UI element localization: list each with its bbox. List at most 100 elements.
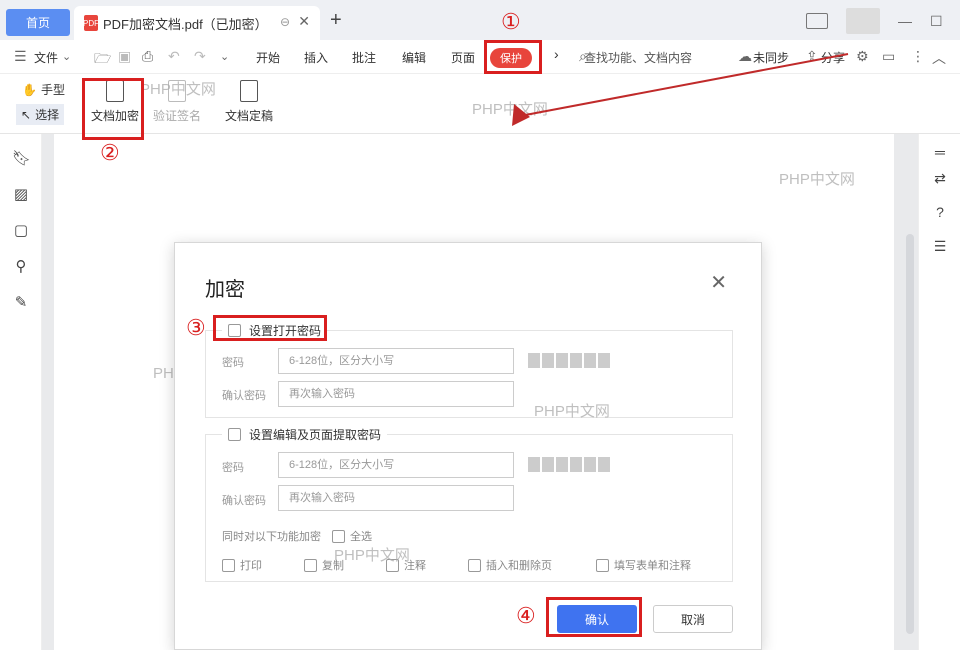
dialog-title: 加密	[205, 279, 245, 301]
hand-icon: ✋	[22, 82, 37, 97]
option-annotate[interactable]: 注释	[386, 557, 426, 573]
menu-item-insert[interactable]: 插入	[304, 49, 328, 66]
minimize-icon[interactable]: —	[898, 13, 912, 29]
thumbnail-icon[interactable]: ▨	[12, 186, 30, 204]
open-confirm-password-field[interactable]: 再次输入密码	[278, 381, 514, 407]
checkbox[interactable]	[304, 558, 317, 572]
password-label: 密码	[222, 357, 244, 369]
attachment-icon[interactable]: ⚲	[12, 258, 30, 276]
select-tool[interactable]: ↖ 选择	[16, 104, 65, 125]
edit-password-group: 设置编辑及页面提取密码 密码 6-128位，区分大小写 确认密码 再次输入密码 …	[205, 426, 733, 582]
open-password-group: 设置打开密码 密码 6-128位，区分大小写 确认密码 再次输入密码	[205, 322, 733, 418]
step-4-marker: ④	[516, 604, 536, 629]
option-insert-delete-pages[interactable]: 插入和删除页	[468, 557, 552, 573]
layout-icon[interactable]	[806, 13, 828, 29]
share-button[interactable]: 分享	[821, 49, 845, 66]
menu-item-edit[interactable]: 编辑	[402, 49, 426, 66]
title-bar: 首页 PDF PDF加密文档.pdf（已加密） ⊖ ✕ + — ☐ ✕	[0, 0, 960, 40]
finalize-document-button[interactable]: 文档定稿	[217, 80, 281, 128]
menu-item-protect[interactable]: 保护	[490, 48, 532, 68]
open-password-field[interactable]: 6-128位，区分大小写	[278, 348, 514, 374]
more-icon[interactable]: ⋮	[911, 48, 925, 65]
cursor-icon: ↖	[21, 107, 32, 122]
menu-item-page[interactable]: 页面	[451, 49, 475, 66]
checkbox[interactable]	[596, 558, 609, 572]
encrypt-functions-label: 同时对以下功能加密	[222, 531, 321, 543]
confirm-button[interactable]: 确认	[557, 605, 637, 633]
close-icon[interactable]: ✕	[710, 273, 727, 293]
checkbox[interactable]	[386, 558, 399, 572]
select-all-label: 全选	[350, 531, 372, 543]
option-label: 复制	[322, 560, 344, 572]
vertical-scrollbar[interactable]	[906, 234, 914, 634]
maximize-icon[interactable]: ☐	[930, 13, 943, 30]
cloud-icon[interactable]: ☁	[738, 48, 752, 65]
menu-bar: ☰ 文件 ⌄ 🗁 ▣ ⎙ ↶ ↷ ⌄ 开始 插入 批注 编辑 页面 保护 › ⌕…	[0, 40, 960, 74]
hand-tool-label: 手型	[40, 83, 65, 97]
tab-document[interactable]: PDF PDF加密文档.pdf（已加密） ⊖ ✕	[74, 6, 320, 40]
chevron-down-icon[interactable]: ⌄	[62, 50, 71, 63]
more-tabs-icon[interactable]: ›	[554, 46, 559, 62]
hand-tool[interactable]: ✋ 手型	[22, 81, 65, 98]
right-sidebar: ═ ⇄ ? ☰	[918, 134, 960, 650]
document-encrypt-button[interactable]: 文档加密	[83, 80, 147, 128]
help-icon[interactable]: ?	[931, 204, 949, 222]
new-tab-button[interactable]: +	[330, 10, 342, 30]
window-controls: — ☐ ✕	[806, 8, 960, 34]
confirm-password-label: 确认密码	[222, 495, 266, 507]
close-tab-icon[interactable]: ✕	[298, 13, 310, 30]
redo-icon[interactable]: ↷	[194, 48, 206, 65]
save-icon[interactable]: ▣	[118, 48, 131, 65]
option-label: 插入和删除页	[486, 560, 552, 572]
edit-password-toggle[interactable]: 设置编辑及页面提取密码	[222, 426, 388, 443]
ribbon: ✋ 手型 ↖ 选择 文档加密 验证签名 文档定稿	[0, 74, 960, 134]
checkbox[interactable]	[468, 558, 481, 572]
edit-password-field[interactable]: 6-128位，区分大小写	[278, 452, 514, 478]
option-copy[interactable]: 复制	[304, 557, 344, 573]
open-password-toggle[interactable]: 设置打开密码	[222, 322, 328, 339]
option-print[interactable]: 打印	[222, 557, 262, 573]
cancel-button[interactable]: 取消	[653, 605, 733, 633]
search-input[interactable]: 查找功能、文档内容	[584, 49, 692, 66]
open-folder-icon[interactable]: 🗁	[94, 48, 111, 72]
document-encrypt-label: 文档加密	[90, 109, 139, 123]
settings-icon[interactable]: ⚙	[856, 48, 869, 65]
checkbox[interactable]	[228, 428, 241, 441]
checkbox[interactable]	[228, 324, 241, 337]
file-menu[interactable]: 文件	[34, 49, 58, 66]
collapse-ribbon-icon[interactable]: ︿	[932, 48, 946, 68]
signature-panel-icon[interactable]: ✎	[12, 294, 30, 312]
step-1-marker: ①	[501, 10, 521, 35]
pin-icon[interactable]: ⊖	[280, 15, 290, 29]
verify-signature-button[interactable]: 验证签名	[145, 80, 209, 128]
undo-icon[interactable]: ↶	[168, 48, 180, 65]
tab-home[interactable]: 首页	[6, 9, 70, 36]
encrypt-dialog: 加密 ✕ 设置打开密码 密码 6-128位，区分大小写 确认密码 再次输入密码 …	[174, 242, 762, 650]
comment-panel-icon[interactable]: ▢	[12, 222, 30, 240]
signature-icon	[168, 80, 186, 102]
menu-item-annotate[interactable]: 批注	[352, 49, 376, 66]
select-all-checkbox[interactable]	[332, 529, 345, 543]
menu-icon[interactable]: ☰	[14, 48, 27, 65]
left-sidebar: 🔖︎ ▨ ▢ ⚲ ✎	[0, 134, 42, 650]
menu-item-start[interactable]: 开始	[256, 49, 280, 66]
avatar[interactable]	[846, 8, 880, 34]
print-icon[interactable]: ⎙	[142, 48, 153, 65]
edit-confirm-password-field[interactable]: 再次输入密码	[278, 485, 514, 511]
finalize-document-label: 文档定稿	[224, 109, 273, 123]
confirm-password-label: 确认密码	[222, 390, 266, 402]
password-strength-meter	[528, 353, 610, 368]
adjust-icon[interactable]: ☰	[931, 238, 949, 256]
checkbox[interactable]	[222, 558, 235, 572]
sync-status[interactable]: 未同步	[753, 49, 789, 66]
share-icon[interactable]: ⇪	[806, 48, 818, 65]
panel-toggle-icon[interactable]: ═	[931, 144, 949, 162]
customize-icon[interactable]: ⌄	[220, 50, 229, 63]
translate-icon[interactable]: ⇄	[931, 170, 949, 188]
option-fill-forms[interactable]: 填写表单和注释	[596, 557, 691, 573]
option-label: 注释	[404, 560, 426, 572]
password-label: 密码	[222, 462, 244, 474]
comment-icon[interactable]: ▭	[882, 48, 895, 65]
check-document-icon	[240, 80, 258, 102]
bookmark-icon[interactable]: 🔖︎	[12, 150, 31, 168]
